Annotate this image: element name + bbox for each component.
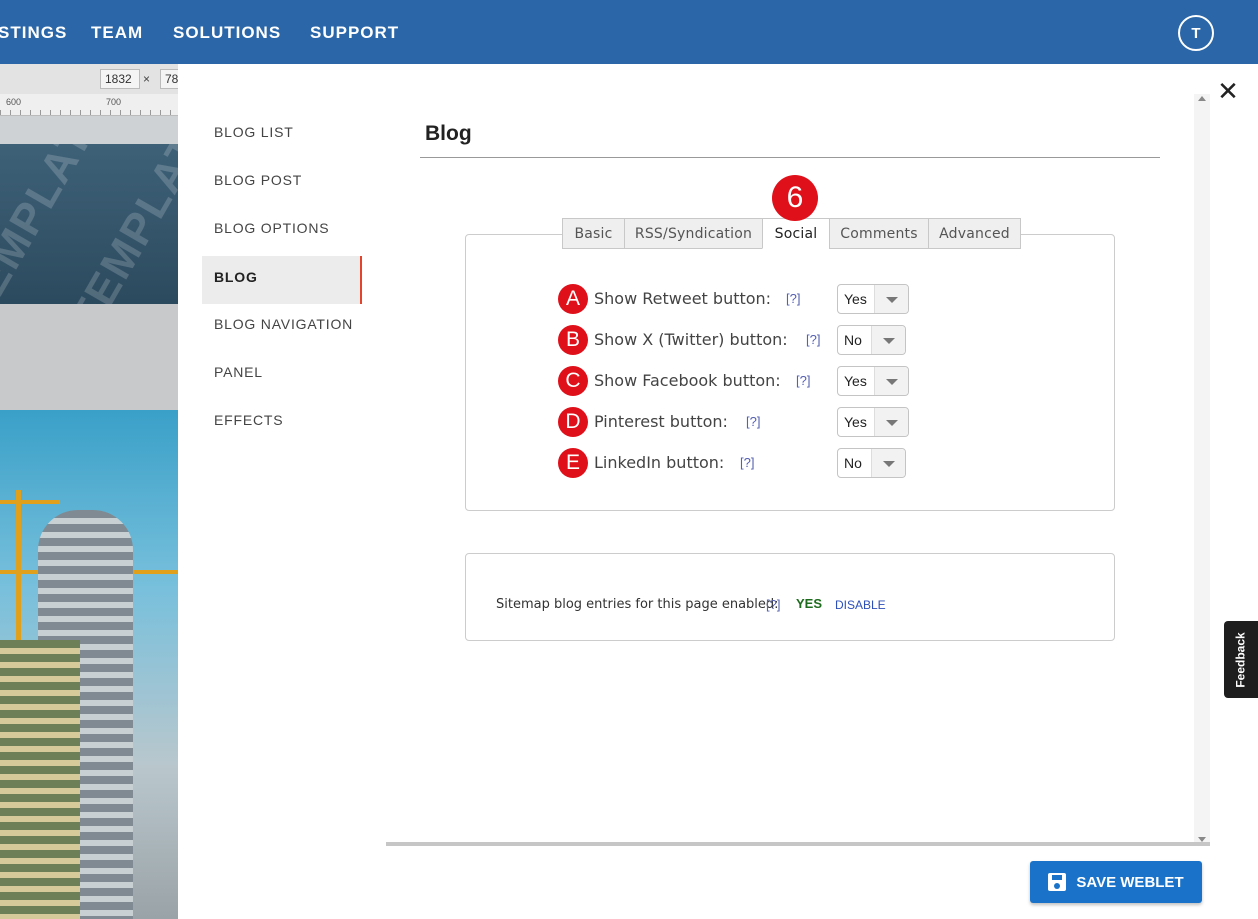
dimension-separator: ×: [143, 72, 151, 86]
save-label: SAVE WEBLET: [1076, 873, 1184, 891]
editor-toolbar: 1832 × 78: [0, 64, 178, 94]
settings-panel: ✕ BLOG LIST BLOG POST BLOG OPTIONS BLOG …: [178, 64, 1258, 919]
floppy-disk-icon: [1048, 873, 1067, 891]
save-weblet-button[interactable]: SAVE WEBLET: [1030, 861, 1202, 903]
setting-label: LinkedIn button:: [594, 453, 725, 472]
avatar[interactable]: T: [1178, 15, 1214, 51]
tab-social[interactable]: Social: [762, 218, 830, 249]
sidebar-item-blog-list[interactable]: BLOG LIST: [202, 111, 362, 159]
sitemap-label: Sitemap blog entries for this page enabl…: [496, 597, 779, 612]
nav-item-support[interactable]: SUPPORT: [310, 23, 399, 43]
sidebar-item-blog-options[interactable]: BLOG OPTIONS: [202, 207, 362, 255]
height-input[interactable]: 78: [160, 69, 178, 89]
crane-jib: [0, 500, 60, 504]
annotation-badge: A: [558, 284, 588, 314]
sitemap-disable-link[interactable]: DISABLE: [835, 598, 886, 612]
chevron-down-icon[interactable]: [874, 408, 908, 436]
sitemap-status: YES: [796, 596, 823, 611]
setting-label: Pinterest button:: [594, 412, 728, 431]
sidebar-item-blog[interactable]: BLOG: [202, 256, 362, 304]
sidebar-item-panel[interactable]: PANEL: [202, 351, 362, 399]
top-nav: STINGS TEAM SOLUTIONS SUPPORT T: [0, 0, 1258, 64]
sitemap-panel: Sitemap blog entries for this page enabl…: [465, 553, 1115, 641]
annotation-badge: B: [558, 325, 588, 355]
sidebar-item-effects[interactable]: EFFECTS: [202, 399, 362, 447]
help-link[interactable]: [?]: [766, 597, 780, 612]
help-link[interactable]: [?]: [786, 291, 800, 306]
ruler-label: 700: [106, 97, 122, 107]
tab-rss-syndication[interactable]: RSS/Syndication: [624, 218, 763, 249]
setting-label: Show X (Twitter) button:: [594, 330, 788, 349]
scrollbar[interactable]: [1194, 94, 1210, 846]
retweet-select[interactable]: Yes: [837, 284, 909, 314]
nav-item-listings[interactable]: STINGS: [0, 23, 67, 43]
ruler-label: 600: [6, 97, 22, 107]
setting-label: Show Retweet button:: [594, 289, 772, 308]
sidebar-item-blog-post[interactable]: BLOG POST: [202, 159, 362, 207]
chevron-down-icon[interactable]: [874, 367, 908, 395]
help-link[interactable]: [?]: [796, 373, 810, 388]
select-value: Yes: [844, 414, 867, 430]
lower-building: [0, 640, 80, 919]
construction-photo: [0, 410, 178, 919]
tab-comments[interactable]: Comments: [829, 218, 929, 249]
ruler: 600 700: [0, 94, 178, 116]
width-input[interactable]: 1832: [100, 69, 140, 89]
template-section: TEMPLATE TEMPLATE: [0, 144, 178, 304]
feedback-tab[interactable]: Feedback: [1224, 621, 1258, 698]
annotation-badge: D: [558, 407, 588, 437]
tab-basic[interactable]: Basic: [562, 218, 625, 249]
twitter-select[interactable]: No: [837, 325, 906, 355]
nav-item-solutions[interactable]: SOLUTIONS: [173, 23, 281, 43]
scroll-up-icon[interactable]: [1198, 96, 1206, 101]
title-divider: [420, 157, 1160, 158]
grey-section: [0, 304, 178, 410]
chevron-down-icon[interactable]: [871, 449, 905, 477]
select-value: No: [844, 455, 862, 471]
select-value: Yes: [844, 373, 867, 389]
feedback-label: Feedback: [1234, 631, 1249, 688]
annotation-badge: C: [558, 366, 588, 396]
annotation-badge: E: [558, 448, 588, 478]
step-number-badge: 6: [772, 175, 818, 221]
select-value: No: [844, 332, 862, 348]
help-link[interactable]: [?]: [740, 455, 754, 470]
sidebar-item-blog-navigation[interactable]: BLOG NAVIGATION: [202, 303, 362, 351]
help-link[interactable]: [?]: [806, 332, 820, 347]
chevron-down-icon[interactable]: [874, 285, 908, 313]
select-value: Yes: [844, 291, 867, 307]
pinterest-select[interactable]: Yes: [837, 407, 909, 437]
tab-advanced[interactable]: Advanced: [928, 218, 1021, 249]
facebook-select[interactable]: Yes: [837, 366, 909, 396]
close-icon[interactable]: ✕: [1216, 78, 1240, 104]
nav-item-team[interactable]: TEAM: [91, 23, 143, 43]
page-title: Blog: [425, 122, 472, 145]
chevron-down-icon[interactable]: [871, 326, 905, 354]
help-link[interactable]: [?]: [746, 414, 760, 429]
setting-label: Show Facebook button:: [594, 371, 781, 390]
linkedin-select[interactable]: No: [837, 448, 906, 478]
content-bottom-border: [386, 842, 1210, 846]
editor-background: 1832 × 78 600 700 TEMPLATE TEMPLATE: [0, 64, 178, 919]
